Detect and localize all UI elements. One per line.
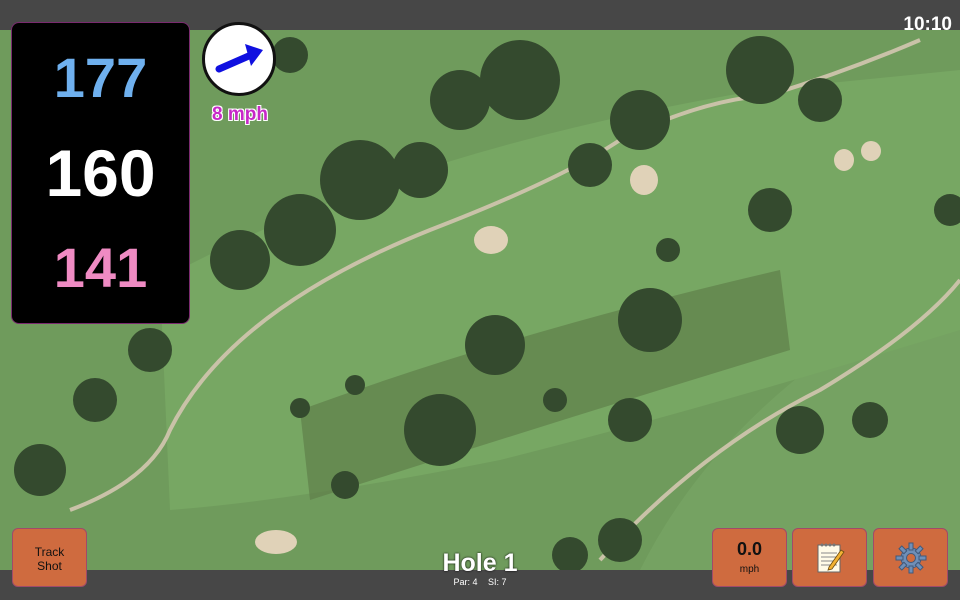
distance-panel: 177 160 141 <box>11 22 190 324</box>
hole-stroke-index: SI: 7 <box>488 577 507 587</box>
wind-speed-label: 8 mph <box>212 104 268 125</box>
wind-button-value: 0.0 <box>736 539 763 559</box>
track-shot-label-line2: Shot <box>37 559 62 573</box>
arrow-right-icon <box>215 44 263 73</box>
settings-button[interactable] <box>873 528 948 587</box>
track-shot-button[interactable]: Track Shot <box>12 528 87 587</box>
distance-back: 177 <box>53 46 148 109</box>
clock: 10:10 <box>903 14 952 35</box>
wind-direction-dial <box>202 22 276 96</box>
notes-button[interactable] <box>792 528 867 587</box>
notepad-icon <box>817 543 845 572</box>
wind-speed-button[interactable]: 0.0 mph <box>712 528 787 587</box>
hole-title: Hole 1 <box>442 549 518 577</box>
distance-middle: 160 <box>45 136 156 210</box>
distance-front: 141 <box>53 236 148 299</box>
track-shot-label-line1: Track <box>34 545 65 559</box>
wind-button-unit: mph <box>739 564 760 575</box>
gear-icon <box>895 542 926 573</box>
hole-par: Par: 4 <box>453 577 478 587</box>
hole-info: Par: 4 SI: 7 <box>380 577 580 587</box>
